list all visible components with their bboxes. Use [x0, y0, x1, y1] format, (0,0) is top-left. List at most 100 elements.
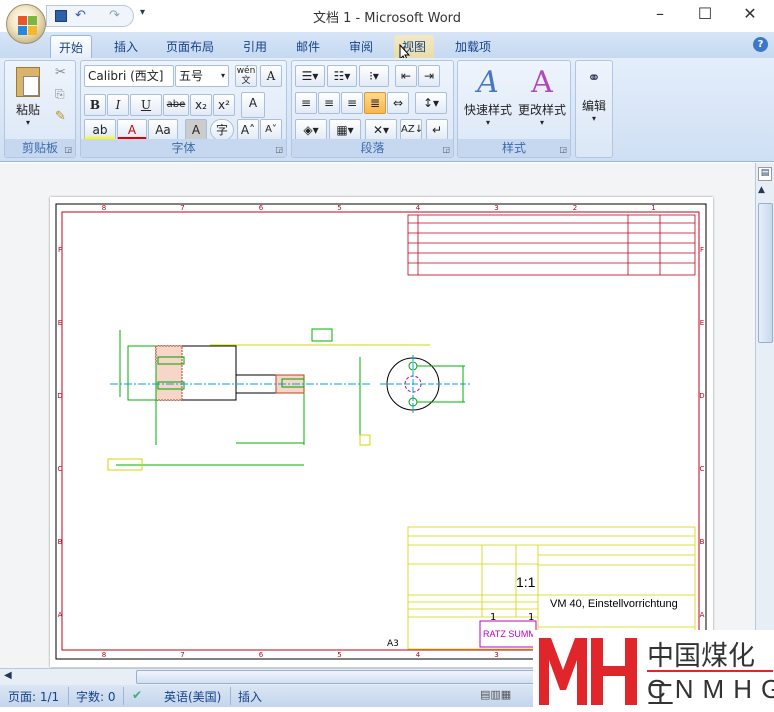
- increase-indent-icon[interactable]: ⇥: [418, 65, 440, 87]
- document-page: 87654321876543FFEEDDCCBBAA RATZ SUMMER 1…: [50, 197, 713, 667]
- tab-references[interactable]: 引用: [235, 35, 275, 58]
- mh-logo-icon: [539, 638, 637, 705]
- help-button[interactable]: ?: [753, 37, 768, 52]
- dialog-launcher-icon[interactable]: ◲: [442, 145, 450, 154]
- view-buttons-icon[interactable]: ▤▥▦: [480, 688, 511, 701]
- chinese-layout-icon[interactable]: ✕▾: [365, 119, 397, 141]
- ribbon: 粘贴 ▾ ✂ ⎘ ✎ 剪贴板 ◲ Calibri (西文] 五号 ▾ wén 文 A…: [0, 58, 774, 162]
- column-marker-bottom: 4: [416, 651, 421, 659]
- row-marker-left: F: [58, 246, 62, 254]
- minimize-button[interactable]: –: [645, 4, 675, 23]
- character-shading-button[interactable]: A: [185, 119, 207, 141]
- superscript-button[interactable]: x²: [213, 94, 235, 116]
- row-marker-left: B: [58, 538, 63, 546]
- grow-font-button[interactable]: A˄: [237, 119, 259, 141]
- tab-review[interactable]: 审阅: [341, 35, 381, 58]
- insert-mode[interactable]: 插入: [238, 688, 262, 705]
- editing-button[interactable]: ⚭ 编辑 ▾: [578, 65, 610, 123]
- scroll-up-icon[interactable]: ▲: [758, 185, 765, 195]
- quick-styles-label: 快速样式: [463, 103, 512, 117]
- justify-icon[interactable]: ≣: [364, 92, 386, 114]
- cut-icon[interactable]: ✂: [55, 65, 66, 80]
- font-size-select[interactable]: 五号 ▾: [175, 65, 229, 87]
- clipboard-group-label: 剪贴板 ◲: [5, 139, 75, 157]
- strikethrough-button[interactable]: abe: [163, 94, 189, 116]
- close-button[interactable]: ✕: [735, 4, 765, 23]
- column-marker-bottom: 5: [337, 651, 341, 659]
- change-case-button[interactable]: Aa: [148, 119, 178, 141]
- align-right-icon[interactable]: ≡: [341, 92, 363, 114]
- align-left-icon[interactable]: ≡: [295, 92, 317, 114]
- subscript-button[interactable]: x₂: [190, 94, 212, 116]
- shading-icon[interactable]: ◈▾: [295, 119, 327, 141]
- column-marker-top: 2: [573, 204, 577, 212]
- part-name: VM 40, Einstellvorrichtung: [550, 598, 678, 610]
- quick-styles-button[interactable]: A 快速样式 ▾: [461, 65, 515, 127]
- dialog-launcher-icon[interactable]: ◲: [275, 145, 283, 154]
- paragraph-group: ☰▾ ☷▾ ⁝▾ ⇤ ⇥ ≡ ≡ ≡ ≣ ⇔ ↕▾ ◈▾ ▦▾ ✕▾ AZ↓ ↵…: [291, 60, 454, 158]
- enclose-characters-button[interactable]: 字: [210, 119, 234, 141]
- row-marker-right: B: [700, 538, 705, 546]
- outer-frame: [55, 203, 707, 660]
- change-styles-icon: A: [531, 65, 553, 100]
- scroll-left-icon[interactable]: ◀: [4, 670, 12, 681]
- part-section-view: [107, 328, 430, 471]
- font-name-select[interactable]: Calibri (西文]: [84, 65, 174, 87]
- horizontal-scroll-thumb[interactable]: [136, 670, 536, 684]
- row-marker-right: A: [700, 611, 705, 619]
- revision-table: [407, 214, 696, 276]
- format-painter-icon[interactable]: ✎: [55, 109, 66, 124]
- tab-addins[interactable]: 加载项: [447, 35, 499, 58]
- dialog-launcher-icon[interactable]: ◲: [64, 145, 72, 154]
- ruler-toggle-icon[interactable]: ▤: [758, 167, 772, 181]
- character-border-button[interactable]: A: [260, 65, 282, 87]
- copy-icon[interactable]: ⎘: [55, 87, 65, 102]
- language[interactable]: 英语(美国): [164, 688, 221, 705]
- borders-icon[interactable]: ▦▾: [329, 119, 361, 141]
- office-logo-icon: [28, 26, 37, 35]
- column-marker-top: 5: [337, 204, 341, 212]
- proofing-icon[interactable]: ✔: [132, 688, 142, 702]
- word-count[interactable]: 字数: 0: [76, 688, 116, 705]
- column-marker-bottom: 3: [494, 651, 498, 659]
- page-count[interactable]: 页面: 1/1: [8, 688, 59, 705]
- highlight-button[interactable]: ab: [84, 119, 116, 141]
- distribute-icon[interactable]: ⇔: [387, 92, 409, 114]
- line-spacing-icon[interactable]: ↕▾: [415, 92, 447, 114]
- maximize-button[interactable]: ☐: [690, 4, 720, 23]
- paste-button[interactable]: 粘贴 ▾: [11, 67, 45, 127]
- part-front-view: [380, 355, 470, 413]
- clear-formatting-button[interactable]: A: [241, 92, 265, 118]
- underline-button[interactable]: U: [130, 94, 162, 116]
- office-button[interactable]: [6, 4, 46, 44]
- vertical-scroll-thumb[interactable]: [758, 203, 773, 343]
- paste-label: 粘贴: [15, 103, 40, 117]
- numbering-icon[interactable]: ☷▾: [327, 65, 357, 87]
- align-center-icon[interactable]: ≡: [318, 92, 340, 114]
- italic-button[interactable]: I: [107, 94, 129, 116]
- dialog-launcher-icon[interactable]: ◲: [559, 145, 567, 154]
- bold-button[interactable]: B: [84, 94, 106, 116]
- column-marker-bottom: 7: [180, 651, 184, 659]
- multilevel-list-icon[interactable]: ⁝▾: [359, 65, 389, 87]
- row-marker-right: D: [699, 392, 704, 400]
- tab-mailings[interactable]: 邮件: [288, 35, 328, 58]
- decrease-indent-icon[interactable]: ⇤: [395, 65, 417, 87]
- sort-icon[interactable]: AZ↓: [400, 119, 423, 141]
- watermark-logo: 中国煤化工 CNMHG: [533, 630, 774, 711]
- row-marker-right: C: [700, 465, 705, 473]
- styles-group-label: 样式 ◲: [458, 139, 570, 157]
- drawing-frame: [61, 211, 700, 651]
- office-logo-icon: [28, 16, 37, 25]
- tab-page-layout[interactable]: 页面布局: [158, 35, 222, 58]
- tab-insert[interactable]: 插入: [106, 35, 146, 58]
- vertical-scrollbar[interactable]: ▤ ▲: [755, 163, 774, 668]
- phonetic-guide-button[interactable]: wén 文: [235, 65, 257, 87]
- font-color-button[interactable]: A: [117, 119, 147, 141]
- show-marks-icon[interactable]: ↵: [426, 119, 448, 141]
- tab-home[interactable]: 开始: [50, 35, 93, 58]
- change-styles-button[interactable]: A 更改样式 ▾: [515, 65, 569, 127]
- font-group-label: 字体 ◲: [81, 139, 286, 157]
- shrink-font-button[interactable]: A˅: [260, 119, 282, 141]
- bullets-icon[interactable]: ☰▾: [295, 65, 325, 87]
